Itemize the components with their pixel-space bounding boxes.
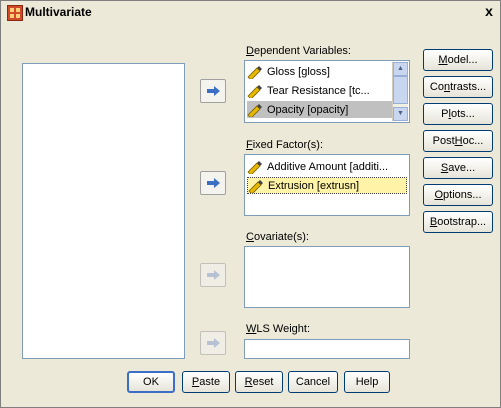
move-to-wls-weight-button[interactable] [200, 331, 226, 355]
plots-button[interactable]: Pl ots... [423, 103, 493, 125]
list-item[interactable]: Gloss [gloss] [247, 63, 395, 80]
paste-button[interactable]: Paste [182, 371, 230, 393]
move-to-fixed-factor-button[interactable] [200, 171, 226, 195]
list-item[interactable]: Tear Resistance [tc... [247, 82, 395, 99]
ruler-pencil-icon [248, 179, 263, 193]
help-button[interactable]: Help [344, 371, 390, 393]
options-button[interactable]: Options... [423, 184, 493, 206]
spss-app-icon [7, 5, 23, 21]
right-arrow-icon [207, 86, 220, 96]
contrasts-button[interactable]: Co n trasts... [423, 76, 493, 98]
title-bar: Multivariate x [1, 1, 500, 23]
right-arrow-icon [207, 338, 220, 348]
covariates-list[interactable] [244, 246, 410, 308]
wls-weight-label: WLS Weight: [246, 323, 310, 335]
dependent-variables-list[interactable]: Gloss [gloss] Tear Resistance [tc... Opa… [244, 60, 410, 123]
ruler-pencil-icon [247, 65, 262, 79]
ok-button[interactable]: OK [127, 371, 175, 393]
reset-button[interactable]: Reset [235, 371, 283, 393]
wls-weight-field[interactable] [244, 339, 410, 359]
scroll-up-arrow-icon[interactable]: ▲ [393, 62, 408, 76]
close-button[interactable]: x [481, 3, 497, 19]
right-arrow-icon [207, 270, 220, 280]
multivariate-dialog: Multivariate x Dependent Variables: Glos… [0, 0, 501, 408]
fixed-factors-list[interactable]: Additive Amount [additi... Extrusion [ex… [244, 154, 410, 216]
scroll-thumb[interactable] [393, 76, 408, 104]
source-variable-list[interactable] [22, 63, 185, 359]
model-button[interactable]: Model... [423, 49, 493, 71]
bootstrap-button[interactable]: Bootstrap... [423, 211, 493, 233]
dependent-list-scrollbar[interactable]: ▲ ▼ [392, 62, 408, 121]
right-arrow-icon [207, 178, 220, 188]
ruler-pencil-icon [247, 103, 262, 117]
move-to-dependent-button[interactable] [200, 79, 226, 103]
move-to-covariate-button[interactable] [200, 263, 226, 287]
scroll-down-arrow-icon[interactable]: ▼ [393, 107, 408, 121]
list-item-selected[interactable]: Opacity [opacity] [247, 101, 395, 118]
covariates-label: Covariate(s): [246, 231, 309, 243]
list-item[interactable]: Additive Amount [additi... [247, 158, 407, 175]
ruler-pencil-icon [247, 84, 262, 98]
save-button[interactable]: Save... [423, 157, 493, 179]
fixed-factors-label: Fixed Factor(s): [246, 139, 324, 151]
cancel-button[interactable]: Cancel [288, 371, 338, 393]
dialog-title: Multivariate [25, 5, 92, 19]
post-hoc-button[interactable]: Post Hoc... [423, 130, 493, 152]
ruler-pencil-icon [247, 160, 262, 174]
list-item-selected[interactable]: Extrusion [extrusn] [247, 177, 407, 194]
dependent-variables-label: Dependent Variables: [246, 45, 351, 57]
